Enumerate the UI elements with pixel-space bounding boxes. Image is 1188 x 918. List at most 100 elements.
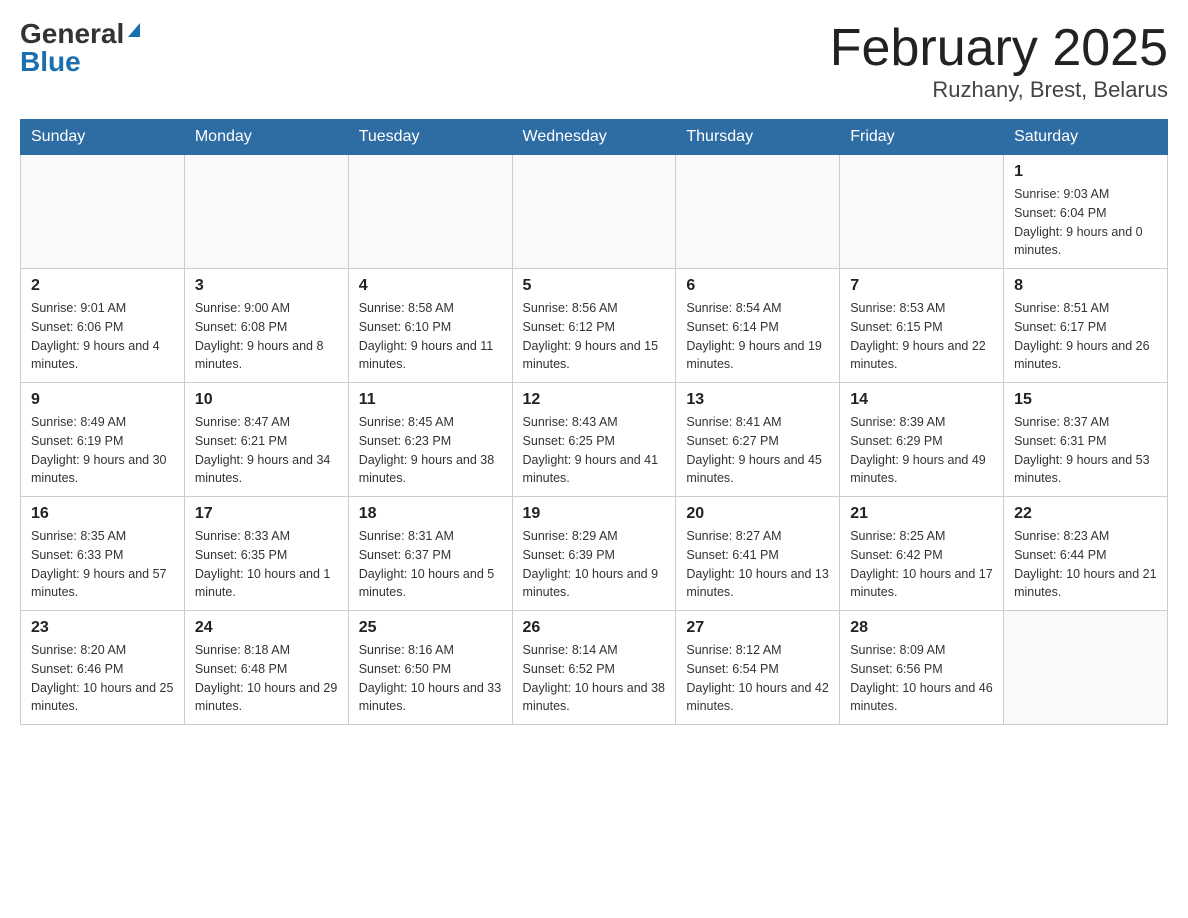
day-cell xyxy=(840,155,1004,269)
day-info: Sunrise: 8:41 AMSunset: 6:27 PMDaylight:… xyxy=(686,413,829,488)
day-info: Sunrise: 8:43 AMSunset: 6:25 PMDaylight:… xyxy=(523,413,666,488)
day-cell: 15 Sunrise: 8:37 AMSunset: 6:31 PMDayligh… xyxy=(1004,383,1168,497)
page-header: General Blue February 2025 Ruzhany, Bres… xyxy=(20,20,1168,103)
day-cell xyxy=(184,155,348,269)
day-cell: 5 Sunrise: 8:56 AMSunset: 6:12 PMDaylight… xyxy=(512,269,676,383)
day-cell: 27 Sunrise: 8:12 AMSunset: 6:54 PMDayligh… xyxy=(676,611,840,725)
day-info: Sunrise: 8:56 AMSunset: 6:12 PMDaylight:… xyxy=(523,299,666,374)
day-cell: 14 Sunrise: 8:39 AMSunset: 6:29 PMDayligh… xyxy=(840,383,1004,497)
day-cell xyxy=(21,155,185,269)
day-number: 16 xyxy=(31,505,174,523)
week-row-4: 16Sunrise: 8:35 AMSunset: 6:33 PMDayligh… xyxy=(21,497,1168,611)
week-row-1: 1Sunrise: 9:03 AMSunset: 6:04 PMDaylight… xyxy=(21,155,1168,269)
day-cell xyxy=(676,155,840,269)
week-row-5: 23 Sunrise: 8:20 AMSunset: 6:46 PMDayligh… xyxy=(21,611,1168,725)
location-subtitle: Ruzhany, Brest, Belarus xyxy=(830,77,1168,103)
day-cell: 22 Sunrise: 8:23 AMSunset: 6:44 PMDayligh… xyxy=(1004,497,1168,611)
day-cell: 1Sunrise: 9:03 AMSunset: 6:04 PMDaylight… xyxy=(1004,155,1168,269)
day-info: Sunrise: 8:23 AMSunset: 6:44 PMDaylight:… xyxy=(1014,527,1157,602)
day-info: Sunrise: 8:29 AMSunset: 6:39 PMDaylight:… xyxy=(523,527,666,602)
day-cell: 8 Sunrise: 8:51 AMSunset: 6:17 PMDaylight… xyxy=(1004,269,1168,383)
weekday-header-tuesday: Tuesday xyxy=(348,120,512,155)
day-cell: 12 Sunrise: 8:43 AMSunset: 6:25 PMDayligh… xyxy=(512,383,676,497)
day-info: Sunrise: 8:49 AMSunset: 6:19 PMDaylight:… xyxy=(31,413,174,488)
weekday-header-thursday: Thursday xyxy=(676,120,840,155)
day-number: 4 xyxy=(359,277,502,295)
day-cell: 10Sunrise: 8:47 AMSunset: 6:21 PMDayligh… xyxy=(184,383,348,497)
day-info: Sunrise: 8:20 AMSunset: 6:46 PMDaylight:… xyxy=(31,641,174,716)
week-row-3: 9 Sunrise: 8:49 AMSunset: 6:19 PMDaylight… xyxy=(21,383,1168,497)
day-number: 28 xyxy=(850,619,993,637)
day-info: Sunrise: 9:03 AMSunset: 6:04 PMDaylight:… xyxy=(1014,185,1157,260)
day-info: Sunrise: 8:14 AMSunset: 6:52 PMDaylight:… xyxy=(523,641,666,716)
day-cell: 19Sunrise: 8:29 AMSunset: 6:39 PMDayligh… xyxy=(512,497,676,611)
day-cell xyxy=(1004,611,1168,725)
day-cell: 24 Sunrise: 8:18 AMSunset: 6:48 PMDayligh… xyxy=(184,611,348,725)
day-cell: 18Sunrise: 8:31 AMSunset: 6:37 PMDayligh… xyxy=(348,497,512,611)
day-number: 21 xyxy=(850,505,993,523)
weekday-header-wednesday: Wednesday xyxy=(512,120,676,155)
day-info: Sunrise: 9:00 AMSunset: 6:08 PMDaylight:… xyxy=(195,299,338,374)
day-cell: 2 Sunrise: 9:01 AMSunset: 6:06 PMDaylight… xyxy=(21,269,185,383)
day-number: 6 xyxy=(686,277,829,295)
day-cell: 16Sunrise: 8:35 AMSunset: 6:33 PMDayligh… xyxy=(21,497,185,611)
day-cell: 28 Sunrise: 8:09 AMSunset: 6:56 PMDayligh… xyxy=(840,611,1004,725)
day-number: 13 xyxy=(686,391,829,409)
month-title: February 2025 xyxy=(830,20,1168,77)
day-number: 9 xyxy=(31,391,174,409)
day-info: Sunrise: 8:27 AMSunset: 6:41 PMDaylight:… xyxy=(686,527,829,602)
day-info: Sunrise: 9:01 AMSunset: 6:06 PMDaylight:… xyxy=(31,299,174,374)
logo-blue-text: Blue xyxy=(20,48,81,76)
day-cell: 17 Sunrise: 8:33 AMSunset: 6:35 PMDayligh… xyxy=(184,497,348,611)
day-number: 15 xyxy=(1014,391,1157,409)
day-cell: 21 Sunrise: 8:25 AMSunset: 6:42 PMDayligh… xyxy=(840,497,1004,611)
title-area: February 2025 Ruzhany, Brest, Belarus xyxy=(830,20,1168,103)
day-info: Sunrise: 8:31 AMSunset: 6:37 PMDaylight:… xyxy=(359,527,502,602)
day-cell: 3 Sunrise: 9:00 AMSunset: 6:08 PMDaylight… xyxy=(184,269,348,383)
day-cell: 13 Sunrise: 8:41 AMSunset: 6:27 PMDayligh… xyxy=(676,383,840,497)
day-info: Sunrise: 8:25 AMSunset: 6:42 PMDaylight:… xyxy=(850,527,993,602)
day-cell: 4 Sunrise: 8:58 AMSunset: 6:10 PMDaylight… xyxy=(348,269,512,383)
day-number: 10 xyxy=(195,391,338,409)
day-cell: 7Sunrise: 8:53 AMSunset: 6:15 PMDaylight… xyxy=(840,269,1004,383)
day-info: Sunrise: 8:18 AMSunset: 6:48 PMDaylight:… xyxy=(195,641,338,716)
day-info: Sunrise: 8:12 AMSunset: 6:54 PMDaylight:… xyxy=(686,641,829,716)
day-cell: 25Sunrise: 8:16 AMSunset: 6:50 PMDayligh… xyxy=(348,611,512,725)
weekday-header-monday: Monday xyxy=(184,120,348,155)
day-number: 14 xyxy=(850,391,993,409)
day-info: Sunrise: 8:33 AMSunset: 6:35 PMDaylight:… xyxy=(195,527,338,602)
weekday-header-row: SundayMondayTuesdayWednesdayThursdayFrid… xyxy=(21,120,1168,155)
day-number: 23 xyxy=(31,619,174,637)
day-number: 11 xyxy=(359,391,502,409)
weekday-header-saturday: Saturday xyxy=(1004,120,1168,155)
day-number: 8 xyxy=(1014,277,1157,295)
day-cell: 20 Sunrise: 8:27 AMSunset: 6:41 PMDayligh… xyxy=(676,497,840,611)
day-number: 12 xyxy=(523,391,666,409)
weekday-header-sunday: Sunday xyxy=(21,120,185,155)
day-cell: 11 Sunrise: 8:45 AMSunset: 6:23 PMDayligh… xyxy=(348,383,512,497)
day-number: 2 xyxy=(31,277,174,295)
day-number: 5 xyxy=(523,277,666,295)
day-number: 22 xyxy=(1014,505,1157,523)
day-cell: 6Sunrise: 8:54 AMSunset: 6:14 PMDaylight… xyxy=(676,269,840,383)
day-number: 25 xyxy=(359,619,502,637)
day-info: Sunrise: 8:45 AMSunset: 6:23 PMDaylight:… xyxy=(359,413,502,488)
day-number: 3 xyxy=(195,277,338,295)
day-number: 20 xyxy=(686,505,829,523)
day-info: Sunrise: 8:37 AMSunset: 6:31 PMDaylight:… xyxy=(1014,413,1157,488)
day-info: Sunrise: 8:58 AMSunset: 6:10 PMDaylight:… xyxy=(359,299,502,374)
day-info: Sunrise: 8:09 AMSunset: 6:56 PMDaylight:… xyxy=(850,641,993,716)
day-info: Sunrise: 8:51 AMSunset: 6:17 PMDaylight:… xyxy=(1014,299,1157,374)
day-cell: 26Sunrise: 8:14 AMSunset: 6:52 PMDayligh… xyxy=(512,611,676,725)
day-number: 24 xyxy=(195,619,338,637)
day-number: 17 xyxy=(195,505,338,523)
logo: General Blue xyxy=(20,20,140,76)
day-info: Sunrise: 8:53 AMSunset: 6:15 PMDaylight:… xyxy=(850,299,993,374)
day-cell: 9 Sunrise: 8:49 AMSunset: 6:19 PMDaylight… xyxy=(21,383,185,497)
day-cell: 23 Sunrise: 8:20 AMSunset: 6:46 PMDayligh… xyxy=(21,611,185,725)
calendar-table: SundayMondayTuesdayWednesdayThursdayFrid… xyxy=(20,119,1168,725)
weekday-header-friday: Friday xyxy=(840,120,1004,155)
day-number: 27 xyxy=(686,619,829,637)
day-info: Sunrise: 8:39 AMSunset: 6:29 PMDaylight:… xyxy=(850,413,993,488)
day-cell xyxy=(512,155,676,269)
